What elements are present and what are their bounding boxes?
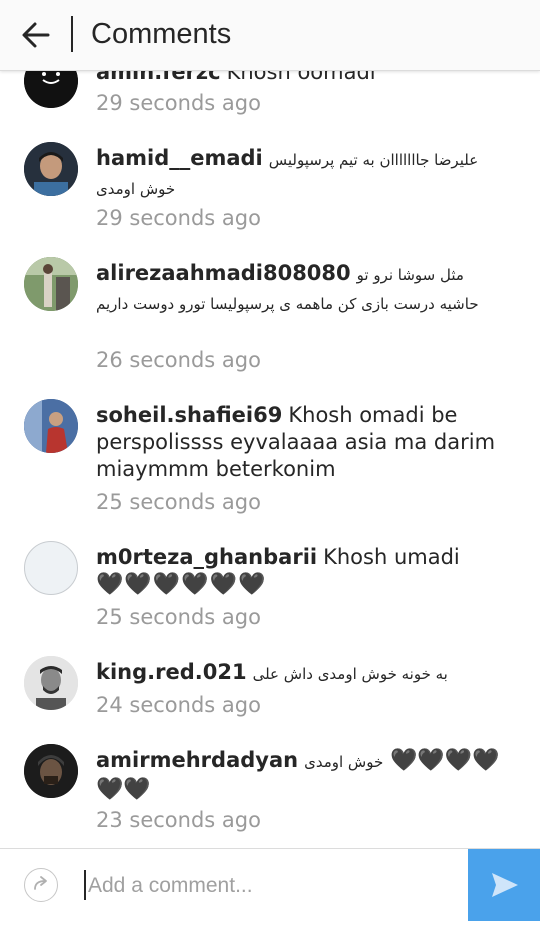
comment-timestamp: 24 seconds ago <box>96 693 261 717</box>
comment-item: alirezaahmadi808080 مثل سوشا نرو تو حاشیه… <box>0 245 540 387</box>
comment-body: m0rteza_ghanbarii Khosh umadi 🖤🖤🖤🖤🖤🖤 <box>96 544 506 598</box>
avatar[interactable] <box>24 656 78 710</box>
comment-username[interactable]: king.red.021 <box>96 660 247 684</box>
avatar[interactable] <box>24 541 78 595</box>
avatar[interactable] <box>24 142 78 196</box>
comment-timestamp: 26 seconds ago <box>96 348 261 372</box>
comment-text: به خونه خوش اومدی داش علی <box>252 665 448 683</box>
reply-arrow-icon[interactable] <box>24 868 58 902</box>
top-bar: Comments <box>0 0 540 71</box>
avatar[interactable] <box>24 399 78 453</box>
comment-item: soheil.shafiei69 Khosh omadi be perspolis… <box>0 387 540 529</box>
comment-username[interactable]: alirezaahmadi808080 <box>96 261 351 285</box>
comment-body: alirezaahmadi808080 مثل سوشا نرو تو حاشیه… <box>96 260 506 318</box>
send-icon <box>492 873 518 897</box>
comment-timestamp: 25 seconds ago <box>96 490 261 514</box>
header-divider <box>71 16 73 52</box>
comment-body: amirmehrdadyan خوش اومدی 🖤🖤🖤🖤🖤🖤 <box>96 747 506 803</box>
send-button[interactable] <box>468 849 540 921</box>
comment-item: m0rteza_ghanbarii Khosh umadi 🖤🖤🖤🖤🖤🖤 25 s… <box>0 529 540 644</box>
comment-username[interactable]: amirmehrdadyan <box>96 748 298 772</box>
comment-timestamp: 23 seconds ago <box>96 808 261 832</box>
comment-composer <box>0 848 540 921</box>
page-title: Comments <box>91 18 232 50</box>
heart-emoji-icons: 🖤🖤🖤🖤🖤🖤 <box>96 572 267 597</box>
comment-body: soheil.shafiei69 Khosh omadi be perspolis… <box>96 402 506 483</box>
avatar[interactable] <box>24 257 78 311</box>
comment-text: Khosh umadi <box>323 545 460 569</box>
comment-username[interactable]: m0rteza_ghanbarii <box>96 545 317 569</box>
comment-username[interactable]: soheil.shafiei69 <box>96 403 282 427</box>
comment-item: amirmehrdadyan خوش اومدی 🖤🖤🖤🖤🖤🖤 23 second… <box>0 732 540 848</box>
avatar[interactable] <box>24 744 78 798</box>
comment-input[interactable] <box>86 865 460 907</box>
arrow-left-icon <box>22 22 50 48</box>
comment-text: خوش اومدی <box>304 753 384 771</box>
comment-timestamp: 29 seconds ago <box>96 91 261 115</box>
comment-timestamp: 29 seconds ago <box>96 206 261 230</box>
comment-item: hamid__emadi علیرضا جااااااان به تیم پرسپ… <box>0 130 540 245</box>
comment-username[interactable]: hamid__emadi <box>96 146 263 170</box>
comments-list[interactable]: amin.ferzc Khosh oomadi 29 seconds ago ha… <box>0 0 540 848</box>
comment-body: king.red.021 به خونه خوش اومدی داش علی <box>96 659 506 688</box>
comment-body: hamid__emadi علیرضا جااااااان به تیم پرسپ… <box>96 145 506 203</box>
comment-item: king.red.021 به خونه خوش اومدی داش علی 24… <box>0 644 540 732</box>
comment-timestamp: 25 seconds ago <box>96 605 261 629</box>
back-button[interactable] <box>18 18 54 52</box>
